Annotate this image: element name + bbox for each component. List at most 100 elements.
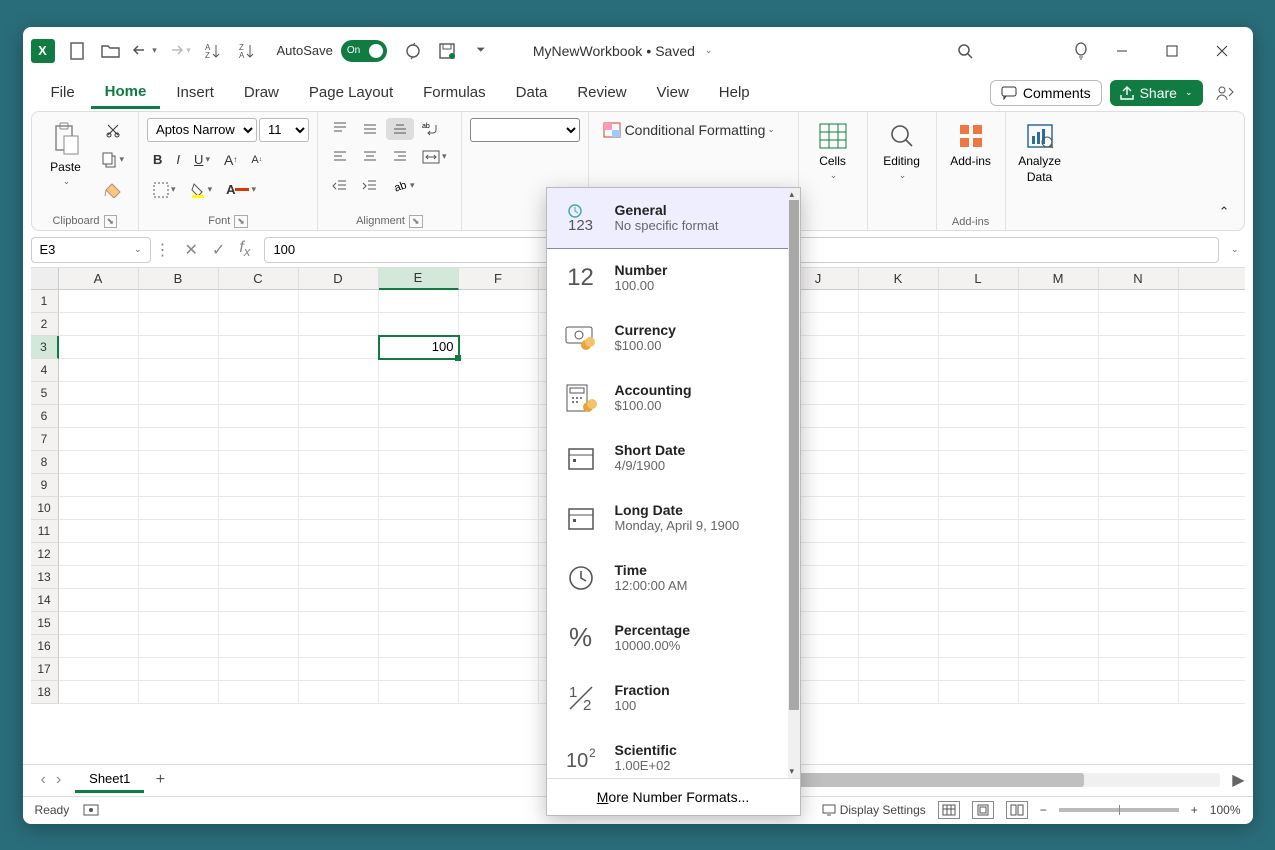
italic-button[interactable]: I — [170, 148, 186, 172]
document-title[interactable]: MyNewWorkbook • Saved⌄ — [533, 43, 943, 59]
cell[interactable] — [59, 589, 139, 612]
analyze-data-button[interactable]: AnalyzeData — [1014, 118, 1066, 188]
cell[interactable] — [379, 451, 459, 474]
number-format-option[interactable]: Currency$100.00 — [547, 308, 800, 368]
cell[interactable] — [1099, 681, 1179, 704]
cell[interactable] — [939, 359, 1019, 382]
cell[interactable] — [859, 658, 939, 681]
cell[interactable] — [139, 405, 219, 428]
number-format-option[interactable]: 102Scientific1.00E+02 — [547, 728, 800, 778]
tab-file[interactable]: File — [37, 78, 89, 107]
save-icon[interactable] — [433, 37, 461, 65]
cell[interactable] — [139, 589, 219, 612]
cell[interactable] — [1179, 635, 1245, 658]
cell[interactable] — [1099, 428, 1179, 451]
cell[interactable] — [379, 589, 459, 612]
cell[interactable] — [59, 382, 139, 405]
comments-button[interactable]: Comments — [990, 80, 1102, 106]
dropdown-scrollbar[interactable]: ▴▾ — [788, 188, 800, 778]
cell[interactable] — [1099, 290, 1179, 313]
cell[interactable] — [1099, 635, 1179, 658]
cell[interactable] — [1019, 359, 1099, 382]
cell[interactable] — [219, 543, 299, 566]
cell[interactable] — [139, 428, 219, 451]
cell[interactable] — [299, 589, 379, 612]
cell[interactable] — [859, 290, 939, 313]
cell[interactable] — [859, 543, 939, 566]
font-launcher-icon[interactable]: ⬊ — [234, 215, 248, 228]
cell[interactable] — [219, 313, 299, 336]
cell[interactable] — [299, 428, 379, 451]
qat-overflow-icon[interactable]: ⏷ — [467, 37, 495, 65]
cell[interactable] — [59, 612, 139, 635]
cell[interactable] — [1179, 474, 1245, 497]
cell[interactable] — [139, 520, 219, 543]
cell[interactable] — [379, 405, 459, 428]
cell[interactable] — [1019, 474, 1099, 497]
cell[interactable] — [459, 474, 539, 497]
cell[interactable] — [1179, 290, 1245, 313]
column-header[interactable]: A — [59, 268, 139, 290]
redo-button[interactable]: ▾ — [165, 37, 193, 65]
increase-font-icon[interactable]: A↑ — [218, 148, 243, 172]
autosave-toggle[interactable]: On — [341, 40, 387, 62]
cell[interactable] — [299, 497, 379, 520]
number-format-option[interactable]: Long DateMonday, April 9, 1900 — [547, 488, 800, 548]
cell[interactable] — [219, 405, 299, 428]
cell[interactable] — [859, 589, 939, 612]
cell[interactable] — [459, 520, 539, 543]
column-header[interactable] — [1179, 268, 1245, 290]
cell[interactable] — [219, 612, 299, 635]
cell[interactable] — [299, 635, 379, 658]
cell[interactable] — [139, 658, 219, 681]
column-header[interactable]: K — [859, 268, 939, 290]
cell[interactable] — [1099, 313, 1179, 336]
cancel-formula-icon[interactable]: ✕ — [179, 240, 204, 260]
cell[interactable] — [1019, 382, 1099, 405]
cell[interactable] — [219, 566, 299, 589]
number-format-option[interactable]: 12Fraction100 — [547, 668, 800, 728]
tab-review[interactable]: Review — [563, 78, 640, 107]
cell[interactable] — [459, 543, 539, 566]
row-header[interactable]: 11 — [31, 520, 59, 543]
scroll-right-icon[interactable]: ▶ — [1232, 770, 1244, 790]
open-file-icon[interactable] — [97, 37, 125, 65]
cell[interactable] — [379, 658, 459, 681]
cell[interactable] — [139, 566, 219, 589]
add-sheet-button[interactable]: + — [148, 768, 172, 792]
sort-desc-icon[interactable]: ZA — [233, 37, 261, 65]
cell[interactable] — [459, 382, 539, 405]
cell[interactable] — [1099, 382, 1179, 405]
cells-button[interactable]: Cells⌄ — [807, 118, 859, 185]
cell[interactable] — [299, 405, 379, 428]
editing-button[interactable]: Editing⌄ — [876, 118, 928, 185]
row-header[interactable]: 9 — [31, 474, 59, 497]
underline-button[interactable]: U▾ — [188, 148, 216, 172]
close-button[interactable] — [1199, 35, 1245, 67]
cell[interactable] — [859, 336, 939, 359]
sort-asc-icon[interactable]: AZ — [199, 37, 227, 65]
cell[interactable] — [939, 566, 1019, 589]
cell[interactable] — [939, 589, 1019, 612]
cell[interactable] — [299, 520, 379, 543]
macro-record-icon[interactable] — [83, 803, 99, 817]
cell[interactable] — [939, 428, 1019, 451]
cell[interactable] — [299, 359, 379, 382]
cell[interactable] — [139, 359, 219, 382]
column-header[interactable]: E — [379, 268, 459, 290]
row-header[interactable]: 8 — [31, 451, 59, 474]
cell[interactable] — [59, 405, 139, 428]
cell[interactable] — [59, 658, 139, 681]
cell[interactable] — [379, 359, 459, 382]
cell[interactable] — [1099, 658, 1179, 681]
cell[interactable] — [379, 290, 459, 313]
cell[interactable] — [1099, 359, 1179, 382]
cell[interactable] — [459, 589, 539, 612]
wrap-text-icon[interactable]: ab — [416, 118, 446, 140]
cell[interactable] — [59, 428, 139, 451]
cell[interactable] — [459, 497, 539, 520]
cell[interactable] — [219, 589, 299, 612]
cell[interactable] — [859, 566, 939, 589]
cell[interactable] — [1179, 451, 1245, 474]
zoom-out-button[interactable]: − — [1040, 803, 1047, 817]
